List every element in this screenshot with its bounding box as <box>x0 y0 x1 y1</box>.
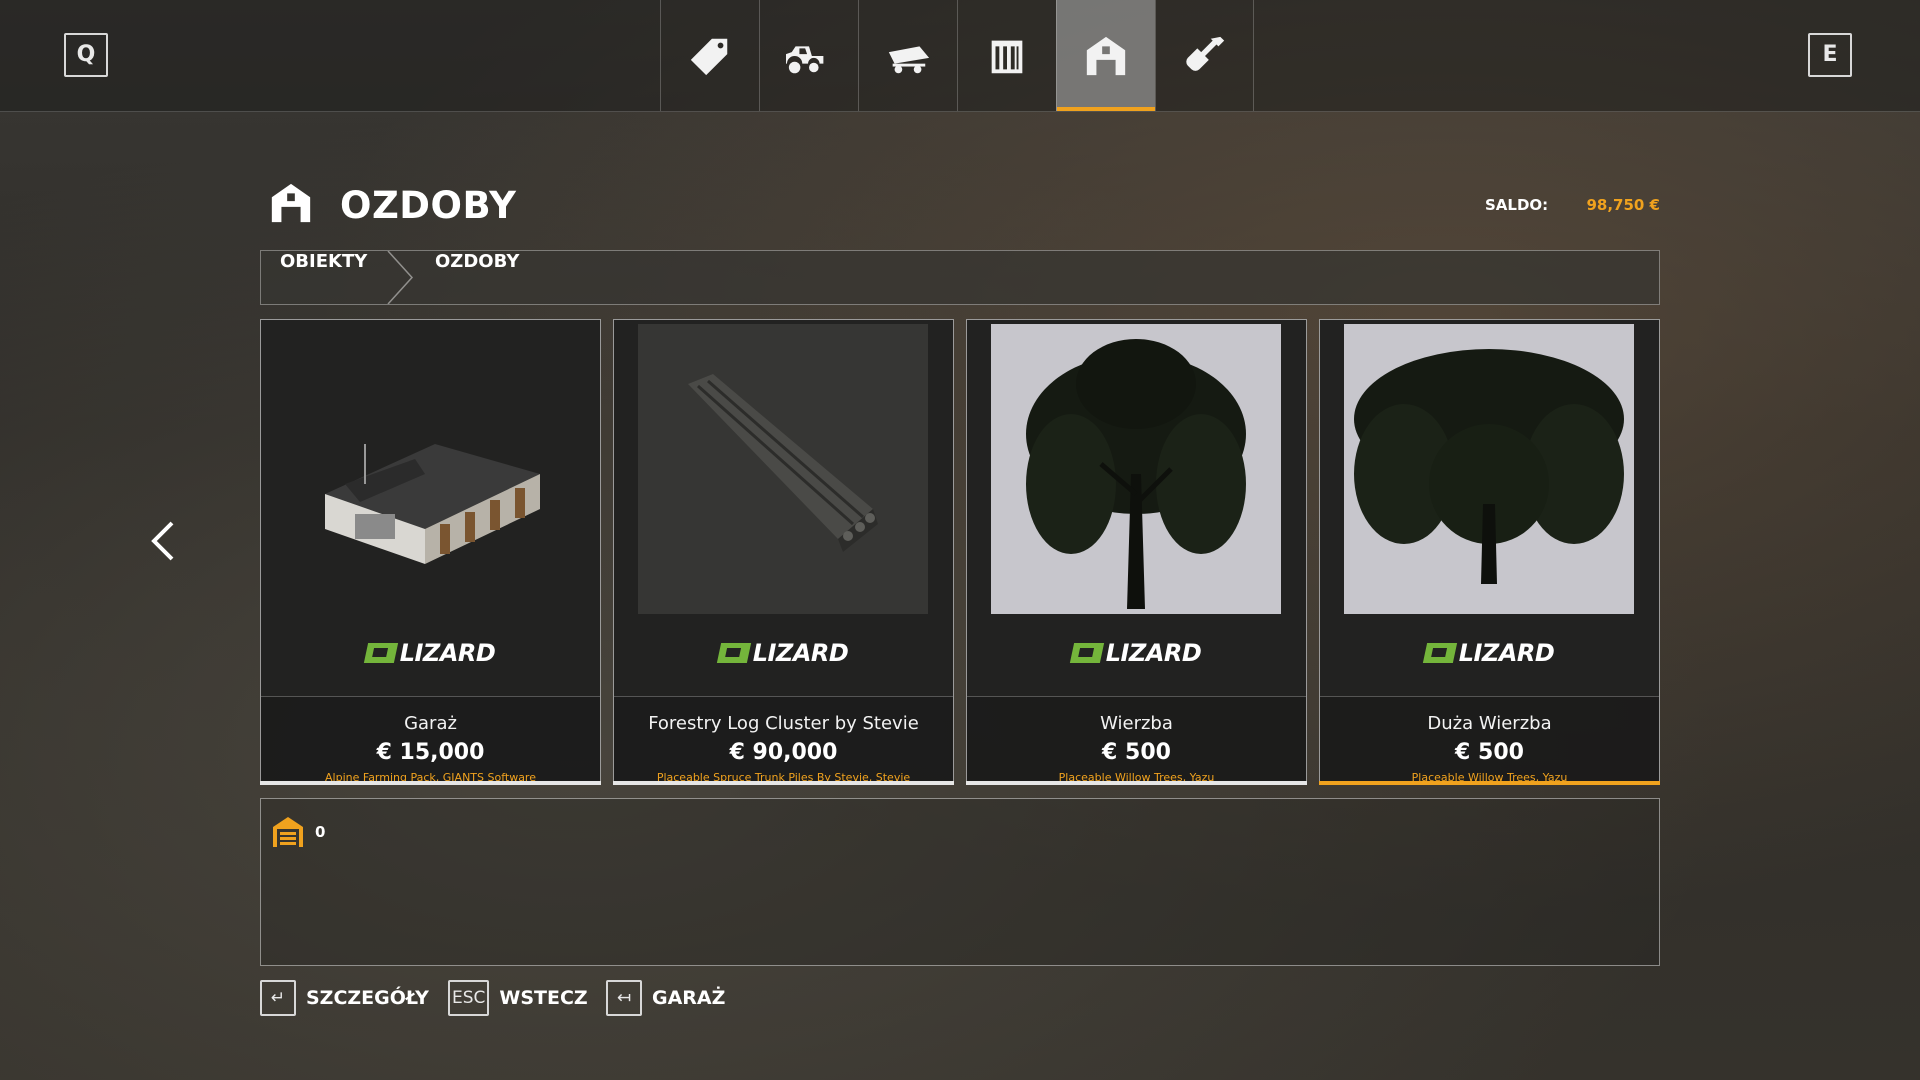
balance-label: SALDO: <box>1485 196 1549 214</box>
price-tag-icon <box>690 38 728 75</box>
category-tabs <box>660 0 1254 111</box>
tab-sell[interactable] <box>660 0 759 111</box>
item-name: Wierzba <box>1100 713 1173 734</box>
tab-landscaping[interactable] <box>1155 0 1254 111</box>
brand-logo: LIZARD <box>967 638 1306 668</box>
item-info: Forestry Log Cluster by Stevie € 90,000 … <box>614 696 953 785</box>
tab-vehicles[interactable] <box>759 0 858 111</box>
storage-icon <box>271 815 305 849</box>
item-card[interactable]: LIZARD Forestry Log Cluster by Stevie € … <box>613 319 954 785</box>
card-underline-selected <box>1319 781 1660 785</box>
back-hint[interactable]: ESC WSTECZ <box>448 980 588 1016</box>
backspace-key-icon: ↤ <box>606 980 642 1016</box>
balance-value: 98,750 € <box>1586 196 1660 214</box>
top-bar: Q E <box>0 0 1920 112</box>
breadcrumb-item-decorations[interactable]: OZDOBY <box>435 251 519 304</box>
garage-label: GARAŻ <box>652 987 726 1009</box>
breadcrumb-item-objects[interactable]: OBIEKTY <box>280 251 367 304</box>
tab-tools[interactable] <box>858 0 957 111</box>
item-price: € 90,000 <box>729 740 838 765</box>
silo-icon <box>991 40 1023 73</box>
item-info: Garaż € 15,000 Alpine Farming Pack, GIAN… <box>261 696 600 785</box>
tractor-icon <box>786 45 824 73</box>
tab-decorations[interactable] <box>1056 0 1155 111</box>
card-underline <box>613 781 954 785</box>
shovel-icon <box>1185 36 1224 71</box>
garage-image <box>285 324 575 614</box>
item-price: € 500 <box>1102 740 1171 765</box>
back-label: WSTECZ <box>499 987 588 1009</box>
item-name: Duża Wierzba <box>1427 713 1552 734</box>
prev-page-key[interactable]: Q <box>64 33 108 77</box>
lizard-logo-icon <box>1422 643 1457 663</box>
trailer-icon <box>888 45 930 73</box>
details-label: SZCZEGÓŁY <box>306 987 429 1009</box>
breadcrumb: OBIEKTY OZDOBY <box>260 250 1660 305</box>
card-underline <box>260 781 601 785</box>
brand-logo: LIZARD <box>614 638 953 668</box>
esc-key-icon: ESC <box>448 980 490 1016</box>
lizard-logo-icon <box>1069 643 1104 663</box>
breadcrumb-separator-icon <box>386 250 416 305</box>
item-card-selected[interactable]: LIZARD Duża Wierzba € 500 Placeable Will… <box>1319 319 1660 785</box>
item-price: € 15,000 <box>376 740 485 765</box>
brand-logo: LIZARD <box>261 638 600 668</box>
barn-icon <box>268 180 314 226</box>
owned-count: 0 <box>315 823 326 841</box>
page-title: OZDOBY <box>340 184 517 227</box>
item-name: Garaż <box>404 713 457 734</box>
item-grid: LIZARD Garaż € 15,000 Alpine Farming Pac… <box>260 319 1660 785</box>
item-card[interactable]: LIZARD Wierzba € 500 Placeable Willow Tr… <box>966 319 1307 785</box>
chevron-left-icon[interactable] <box>148 520 178 562</box>
large-willow-tree-image <box>1344 324 1634 614</box>
item-details-panel: 0 <box>260 798 1660 966</box>
card-underline <box>966 781 1307 785</box>
barn-icon <box>1086 36 1126 75</box>
item-card[interactable]: LIZARD Garaż € 15,000 Alpine Farming Pac… <box>260 319 601 785</box>
log-pile-image <box>638 324 928 614</box>
brand-logo: LIZARD <box>1320 638 1659 668</box>
garage-hint[interactable]: ↤ GARAŻ <box>606 980 725 1016</box>
item-info: Duża Wierzba € 500 Placeable Willow Tree… <box>1320 696 1659 785</box>
details-hint[interactable]: ↵ SZCZEGÓŁY <box>260 980 429 1016</box>
enter-key-icon: ↵ <box>260 980 296 1016</box>
willow-tree-image <box>991 324 1281 614</box>
next-page-key[interactable]: E <box>1808 33 1852 77</box>
lizard-logo-icon <box>716 643 751 663</box>
item-info: Wierzba € 500 Placeable Willow Trees, Ya… <box>967 696 1306 785</box>
lizard-logo-icon <box>363 643 398 663</box>
item-price: € 500 <box>1455 740 1524 765</box>
tab-production[interactable] <box>957 0 1056 111</box>
item-name: Forestry Log Cluster by Stevie <box>648 713 919 734</box>
